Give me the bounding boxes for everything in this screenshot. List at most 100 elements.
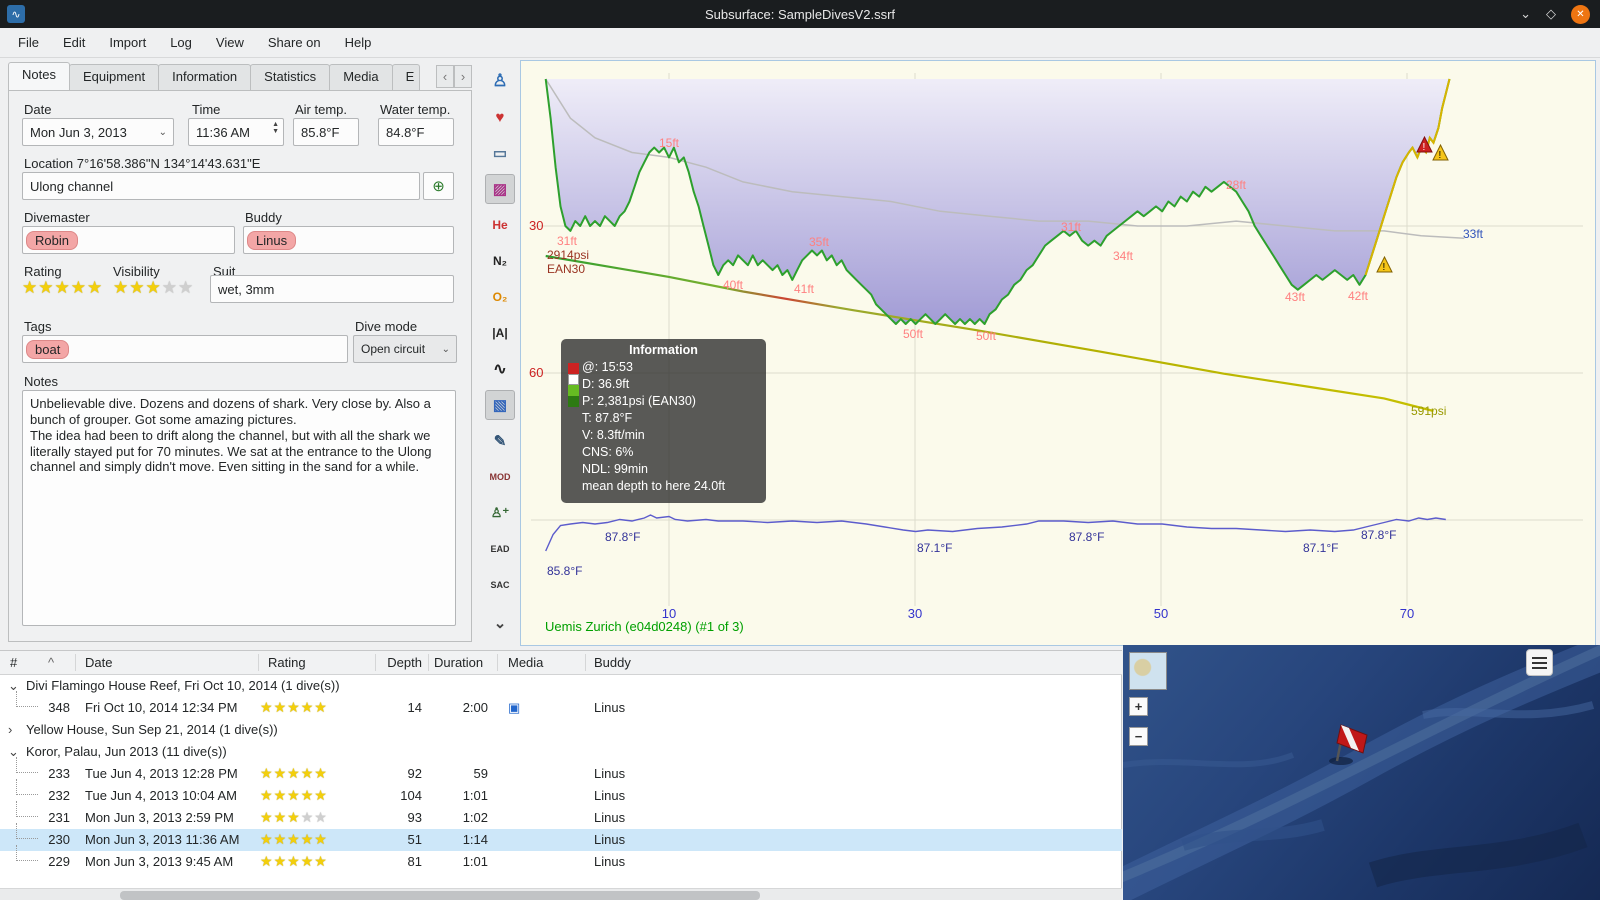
tab-media[interactable]: Media — [329, 64, 393, 90]
suit-input[interactable]: wet, 3mm — [210, 275, 454, 303]
svg-text:30: 30 — [529, 218, 543, 233]
pp-nitrogen-icon[interactable]: N₂ — [485, 246, 515, 276]
info-box-legend — [568, 363, 579, 407]
divemaster-input[interactable]: Robin — [22, 226, 235, 254]
window-title: Subsurface: SampleDivesV2.ssrf — [704, 6, 896, 22]
buddy-input[interactable]: Linus — [243, 226, 454, 254]
visibility-stars[interactable]: ★★★★★ — [113, 278, 194, 298]
svg-text:31ft: 31ft — [557, 234, 578, 248]
ruler-icon[interactable]: ▭ — [485, 138, 515, 168]
minimize-button[interactable]: ⌄ — [1520, 6, 1531, 22]
ead-icon[interactable]: EAD — [485, 534, 515, 564]
show-photos-icon[interactable]: ▨ — [485, 174, 515, 204]
tag-boat[interactable]: boat — [26, 339, 70, 359]
time-spinner[interactable]: 11:36 AM ▲ ▼ — [188, 118, 284, 146]
tab-information[interactable]: Information — [158, 64, 252, 90]
horizontal-scrollbar[interactable] — [0, 888, 1122, 900]
zoom-in-button[interactable]: + — [1129, 697, 1148, 716]
trip-label: Koror, Palau, Jun 2013 (11 dive(s)) — [26, 744, 227, 759]
map-overview-thumbnail[interactable] — [1129, 652, 1167, 690]
spinner-arrows-icon[interactable]: ▲ ▼ — [272, 121, 279, 135]
dive-rating: ★★★★★ — [260, 765, 328, 781]
col-number[interactable]: # — [10, 655, 17, 670]
dive-number: 232 — [48, 788, 70, 803]
tissues-icon[interactable]: ∿ — [485, 354, 515, 384]
tab-notes[interactable]: Notes — [8, 62, 70, 90]
rating-label: Rating — [24, 264, 62, 279]
chevron-down-icon[interactable]: ⌄ — [159, 127, 167, 138]
divemaster-tag[interactable]: Robin — [26, 230, 78, 250]
notes-textarea[interactable]: Unbelievable dive. Dozens and dozens of … — [22, 390, 456, 626]
deco-icon[interactable]: ♙⁺ — [485, 498, 515, 528]
map-panel[interactable]: + − — [1123, 645, 1600, 900]
menu-share-on[interactable]: Share on — [256, 30, 333, 55]
menu-log[interactable]: Log — [158, 30, 204, 55]
dive-depth: 81 — [407, 854, 422, 869]
scroll-down-icon[interactable]: ⌄ — [485, 608, 515, 638]
dive-profile-panel[interactable]: 30 60 10 30 50 70 31ft 2914psi EAN30 15ft 40ft 41ft… — [520, 60, 1596, 646]
dive-row[interactable]: 348 Fri Oct 10, 2014 12:34 PM ★★★★★ 14 2:00 ▣… — [0, 691, 1122, 719]
dive-row[interactable]: 233 Tue Jun 4, 2013 12:28 PM ★★★★★ 92 59 Linu… — [0, 757, 1122, 785]
tab-scroll-right-icon[interactable]: › — [454, 65, 472, 88]
dc-ceiling-icon[interactable]: ▧ — [485, 390, 515, 420]
menu-help[interactable]: Help — [333, 30, 384, 55]
date-combobox[interactable]: Mon Jun 3, 2013 ⌄ — [22, 118, 174, 146]
pp-oxygen-icon[interactable]: O₂ — [485, 282, 515, 312]
dive-duration: 2:00 — [462, 700, 488, 715]
col-duration[interactable]: Duration — [434, 655, 483, 670]
dive-depth: 92 — [407, 766, 422, 781]
menu-import[interactable]: Import — [97, 30, 158, 55]
ceiling-icon[interactable]: |A| — [485, 318, 515, 348]
pp-helium-icon[interactable]: He — [485, 210, 515, 240]
heart-rate-icon[interactable]: ♥ — [485, 102, 515, 132]
col-media[interactable]: Media — [508, 655, 543, 670]
maximize-button[interactable]: ◇ — [1546, 6, 1556, 22]
location-input[interactable]: Ulong channel — [22, 172, 420, 200]
menu-edit[interactable]: Edit — [51, 30, 97, 55]
buddy-tag[interactable]: Linus — [247, 230, 297, 250]
menu-view[interactable]: View — [204, 30, 256, 55]
tab-scroll-left-icon[interactable]: ‹ — [436, 65, 454, 88]
photo-icon[interactable]: ▣ — [508, 700, 520, 716]
dive-flag-marker[interactable] — [1323, 717, 1371, 767]
col-depth[interactable]: Depth — [380, 655, 422, 670]
dive-mode-label: Dive mode — [355, 319, 418, 334]
trip-label: Divi Flamingo House Reef, Fri Oct 10, 20… — [26, 678, 340, 693]
col-buddy[interactable]: Buddy — [594, 655, 631, 670]
dive-mode-select[interactable]: Open circuit ⌄ — [353, 335, 457, 363]
trip-row[interactable]: ⌄ Divi Flamingo House Reef, Fri Oct 10, 2… — [0, 675, 1122, 697]
window-titlebar: ∿ Subsurface: SampleDivesV2.ssrf ⌄ ◇ ✕ — [0, 0, 1600, 28]
tags-input[interactable]: boat — [22, 335, 348, 363]
col-rating[interactable]: Rating — [268, 655, 306, 670]
svg-text:!: ! — [1383, 262, 1386, 273]
tab-statistics[interactable]: Statistics — [250, 64, 331, 90]
dive-duration: 1:01 — [462, 788, 488, 803]
dive-row[interactable]: 232 Tue Jun 4, 2013 10:04 AM ★★★★★ 104 1:01 L… — [0, 779, 1122, 807]
map-menu-button[interactable] — [1526, 649, 1553, 676]
dive-row[interactable]: 231 Mon Jun 3, 2013 2:59 PM ★★★★★ 93 1:02 Lin… — [0, 801, 1122, 829]
scrollbar-thumb[interactable] — [120, 891, 760, 900]
dive-row[interactable]: 229 Mon Jun 3, 2013 9:45 AM ★★★★★ 81 1:01 Lin… — [0, 845, 1122, 873]
sac-icon[interactable]: SAC — [485, 570, 515, 600]
tab-extra-clipped[interactable]: E — [391, 64, 420, 90]
dive-buddy: Linus — [594, 700, 626, 715]
dive-number: 229 — [48, 854, 70, 869]
menu-file[interactable]: File — [6, 30, 51, 55]
zoom-out-button[interactable]: − — [1129, 727, 1148, 746]
mod-icon[interactable]: MOD — [485, 462, 515, 492]
tab-equipment[interactable]: Equipment — [68, 64, 160, 90]
globe-button[interactable]: ⊕ — [423, 172, 454, 200]
col-date[interactable]: Date — [85, 655, 112, 670]
trip-row[interactable]: › Yellow House, Sun Sep 21, 2014 (1 dive(… — [0, 719, 1122, 741]
water-temp-field[interactable]: 84.8°F — [378, 118, 454, 146]
dive-row[interactable]: 230 Mon Jun 3, 2013 11:36 AM ★★★★★ 51 1:14 Li… — [0, 823, 1122, 851]
trip-row[interactable]: ⌄ Koror, Palau, Jun 2013 (11 dive(s)) — [0, 741, 1122, 763]
dive-computer-icon[interactable]: ♙ — [485, 66, 515, 96]
close-button[interactable]: ✕ — [1571, 4, 1590, 24]
sort-indicator-icon[interactable]: ^ — [48, 655, 54, 670]
tags-label: Tags — [24, 319, 52, 334]
edit-icon[interactable]: ✎ — [485, 426, 515, 456]
air-temp-field[interactable]: 85.8°F — [293, 118, 359, 146]
rating-stars[interactable]: ★★★★★ — [22, 278, 103, 298]
caret-right-icon[interactable]: › — [8, 722, 12, 737]
